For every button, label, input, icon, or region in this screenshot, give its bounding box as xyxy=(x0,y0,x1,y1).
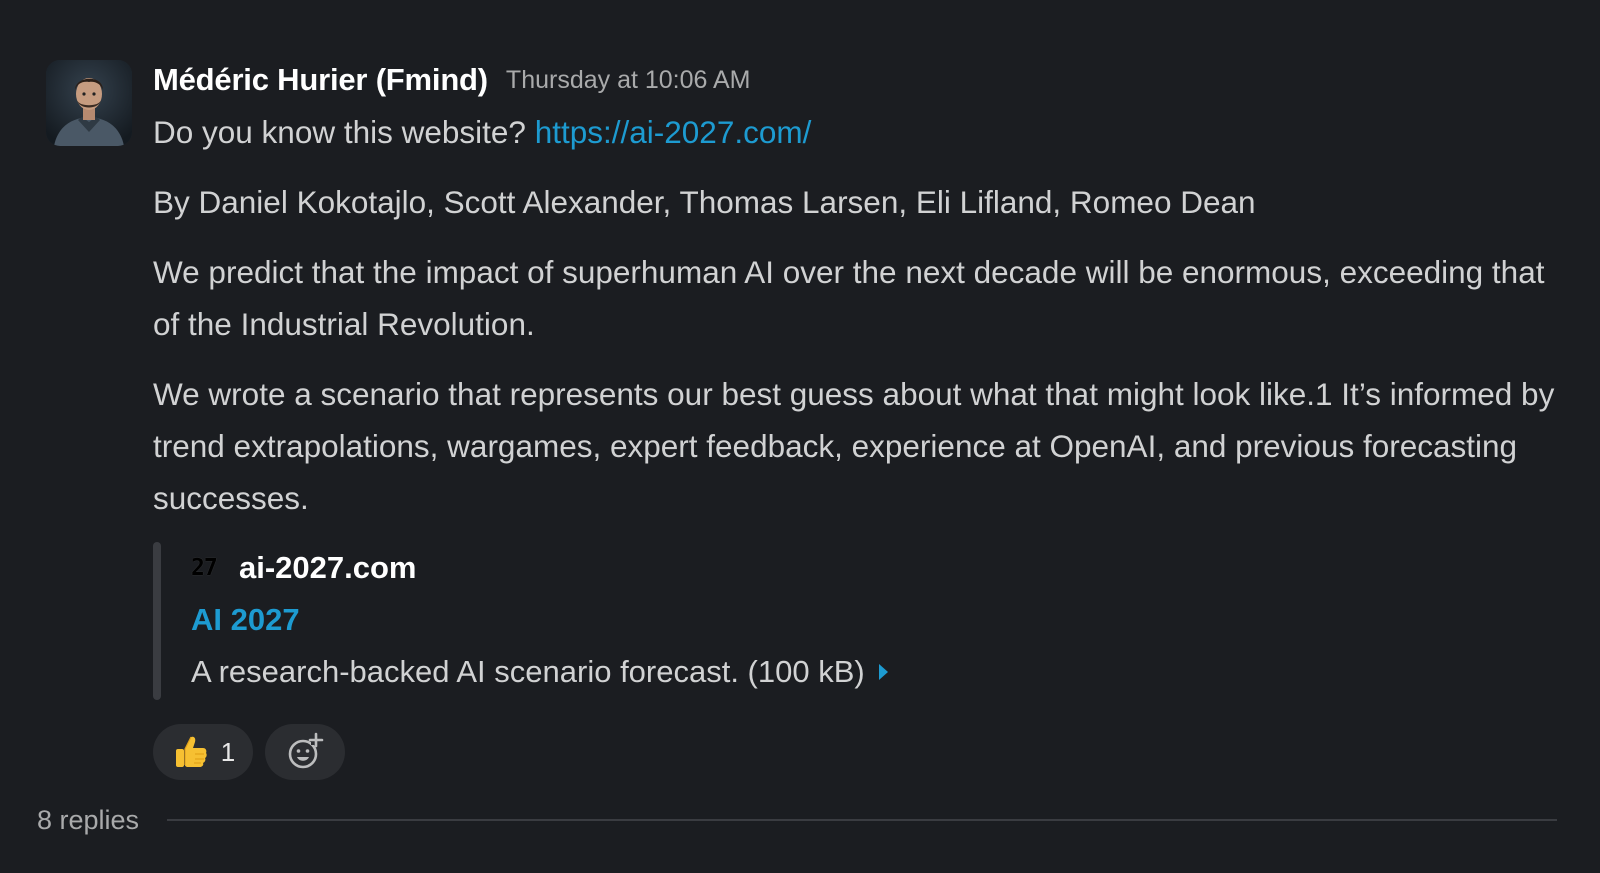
link-preview-description-row: A research-backed AI scenario forecast. … xyxy=(191,646,1573,698)
message-intro: Do you know this website? https://ai-202… xyxy=(153,106,1573,158)
thumbs-up-reaction[interactable]: 1 xyxy=(153,724,253,780)
link-preview-description: A research-backed AI scenario forecast. … xyxy=(191,654,865,689)
link-preview: 27 ai-2027.com AI 2027 A research-backed… xyxy=(153,542,1573,702)
message-paragraph-2: We wrote a scenario that represents our … xyxy=(153,376,1555,516)
reaction-count: 1 xyxy=(220,736,236,767)
message-timestamp[interactable]: Thursday at 10:06 AM xyxy=(506,66,751,95)
link-preview-title[interactable]: AI 2027 xyxy=(191,594,1573,646)
reactions-bar: 1 xyxy=(153,724,1573,780)
site-favicon-icon: 27 xyxy=(191,555,218,581)
caret-right-icon[interactable] xyxy=(878,664,888,680)
link-preview-site: 27 ai-2027.com xyxy=(191,542,1573,594)
thread-replies-link[interactable]: 8 replies xyxy=(37,805,139,836)
sender-name[interactable]: Médéric Hurier (Fmind) xyxy=(153,62,488,98)
thumbs-up-icon xyxy=(175,736,207,767)
user-avatar[interactable] xyxy=(46,60,132,146)
message-paragraph-1: We predict that the impact of superhuman… xyxy=(153,254,1545,342)
message-authors: By Daniel Kokotajlo, Scott Alexander, Th… xyxy=(153,184,1256,220)
divider xyxy=(167,819,1557,821)
intro-text: Do you know this website? xyxy=(153,114,535,150)
link-preview-bar xyxy=(153,542,161,700)
message-header: Médéric Hurier (Fmind) Thursday at 10:06… xyxy=(153,54,1573,106)
message-content: Médéric Hurier (Fmind) Thursday at 10:06… xyxy=(153,54,1573,780)
avatar-photo-icon xyxy=(46,60,132,146)
add-reaction-button[interactable] xyxy=(265,724,345,780)
website-link[interactable]: https://ai-2027.com/ xyxy=(535,114,812,150)
message: Médéric Hurier (Fmind) Thursday at 10:06… xyxy=(0,0,1600,800)
site-name: ai-2027.com xyxy=(239,550,417,585)
add-reaction-icon xyxy=(288,732,324,769)
thread-replies-row: 8 replies xyxy=(37,800,1557,840)
